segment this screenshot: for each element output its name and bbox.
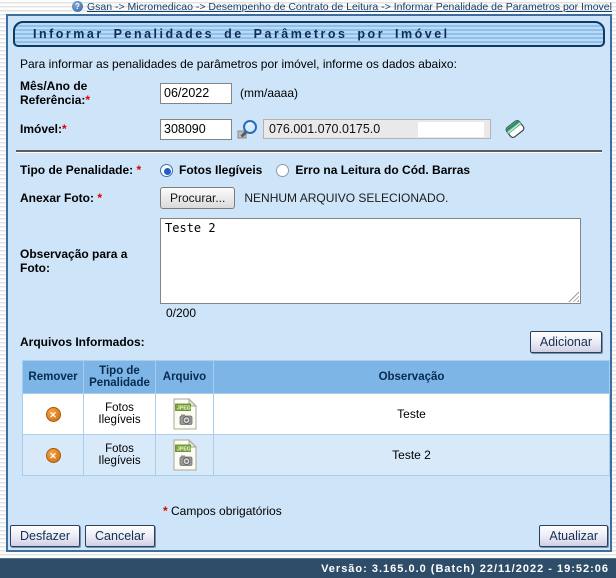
svg-text:JPEG: JPEG: [177, 446, 191, 452]
search-imovel-button[interactable]: [237, 119, 258, 140]
tipo-penalidade-row: Tipo de Penalidade: * Fotos Ilegíveis Er…: [20, 163, 604, 177]
radio-fotos-ilegiveis-label: Fotos Ilegíveis: [179, 163, 263, 177]
cancelar-button[interactable]: Cancelar: [85, 525, 156, 547]
help-icon[interactable]: ?: [72, 1, 83, 12]
table-row: ✕ Fotos Ilegíveis JPEG: [22, 393, 610, 435]
table-header-row: Remover Tipo de Penalidade Arquivo Obser…: [22, 360, 610, 394]
observacao-label: Observação para a Foto:: [20, 247, 128, 275]
page-title-bar: Informar Penalidades de Parâmetros por I…: [13, 21, 605, 47]
remove-row-icon[interactable]: ✕: [45, 447, 61, 463]
clear-imovel-button[interactable]: [503, 118, 527, 140]
jpeg-file-icon[interactable]: JPEG: [172, 438, 198, 471]
arquivos-header-row: Arquivos Informados: Adicionar: [20, 331, 602, 353]
required-asterisk: *: [97, 191, 103, 205]
arquivos-table: Remover Tipo de Penalidade Arquivo Obser…: [22, 360, 610, 476]
eraser-icon: [505, 119, 525, 139]
mes-ano-label: Mês/Ano de Referência:*: [20, 79, 91, 107]
required-asterisk: *: [136, 163, 142, 177]
file-status-text: NENHUM ARQUIVO SELECIONADO.: [244, 191, 449, 205]
table-row: ✕ Fotos Ilegíveis JPEG: [22, 434, 610, 476]
observacao-textarea[interactable]: Teste 2: [160, 218, 581, 304]
row-tipo-penalidade: Fotos Ilegíveis: [83, 393, 156, 435]
anexar-foto-row: Anexar Foto: * Procurar... NENHUM ARQUIV…: [20, 187, 604, 209]
inscricao-highlight: [418, 122, 484, 137]
mes-ano-row: Mês/Ano de Referência:* (mm/aaaa): [20, 79, 604, 107]
tipo-penalidade-label: Tipo de Penalidade: *: [20, 163, 142, 177]
required-asterisk: *: [62, 122, 67, 136]
row-tipo-penalidade: Fotos Ilegíveis: [83, 434, 156, 476]
required-asterisk: *: [85, 93, 91, 107]
section-divider: [16, 150, 602, 153]
version-statusbar: Versão: 3.165.0.0 (Batch) 22/11/2022 - 1…: [0, 558, 616, 578]
jpeg-file-icon[interactable]: JPEG: [172, 397, 198, 430]
imovel-input[interactable]: [160, 118, 232, 140]
actions-bar: Desfazer Cancelar Atualizar: [10, 525, 608, 547]
radio-erro-leitura-cod-barras[interactable]: [276, 163, 290, 177]
breadcrumb[interactable]: Gsan -> Micromedicao -> Desempenho de Co…: [87, 1, 612, 13]
adicionar-button[interactable]: Adicionar: [529, 331, 602, 353]
arquivos-section-label: Arquivos Informados:: [20, 335, 145, 349]
remove-row-icon[interactable]: ✕: [45, 406, 61, 422]
mes-ano-format-hint: (mm/aaaa): [240, 86, 299, 100]
browse-file-button[interactable]: Procurar...: [160, 187, 236, 209]
header-remover: Remover: [22, 360, 84, 394]
imovel-label: Imóvel:*: [20, 122, 67, 136]
header-tipo-penalidade: Tipo de Penalidade: [83, 360, 156, 394]
observacao-row: Observação para a Foto: Teste 2: [20, 218, 604, 304]
desfazer-button[interactable]: Desfazer: [10, 525, 81, 547]
imovel-inscricao-field: 076.001.070.0175.0: [263, 119, 491, 139]
page-title: Informar Penalidades de Parâmetros por I…: [33, 27, 450, 41]
breadcrumb-bar: ? Gsan -> Micromedicao -> Desempenho de …: [0, 0, 616, 14]
header-arquivo: Arquivo: [155, 360, 214, 394]
row-observacao: Teste 2: [213, 434, 610, 476]
svg-text:JPEG: JPEG: [177, 405, 191, 411]
required-fields-note: * Campos obrigatórios: [163, 504, 282, 518]
main-panel: Informar Penalidades de Parâmetros por I…: [6, 14, 612, 552]
header-observacao: Observação: [213, 360, 610, 394]
instruction-text: Para informar as penalidades de parâmetr…: [20, 57, 457, 71]
radio-erro-leitura-label: Erro na Leitura do Cód. Barras: [295, 163, 471, 177]
version-text: Versão: 3.165.0.0 (Batch) 22/11/2022 - 1…: [321, 562, 609, 575]
radio-fotos-ilegiveis[interactable]: [160, 163, 173, 177]
magnifier-icon: [237, 119, 257, 138]
actions-spacer: [155, 525, 539, 547]
mes-ano-input[interactable]: [160, 82, 232, 104]
imovel-row: Imóvel:* 076.001.070.0175.0: [20, 118, 604, 140]
anexar-foto-label: Anexar Foto: *: [20, 191, 103, 205]
char-counter: 0/200: [166, 306, 197, 320]
atualizar-button[interactable]: Atualizar: [539, 525, 608, 547]
row-observacao: Teste: [213, 393, 610, 435]
